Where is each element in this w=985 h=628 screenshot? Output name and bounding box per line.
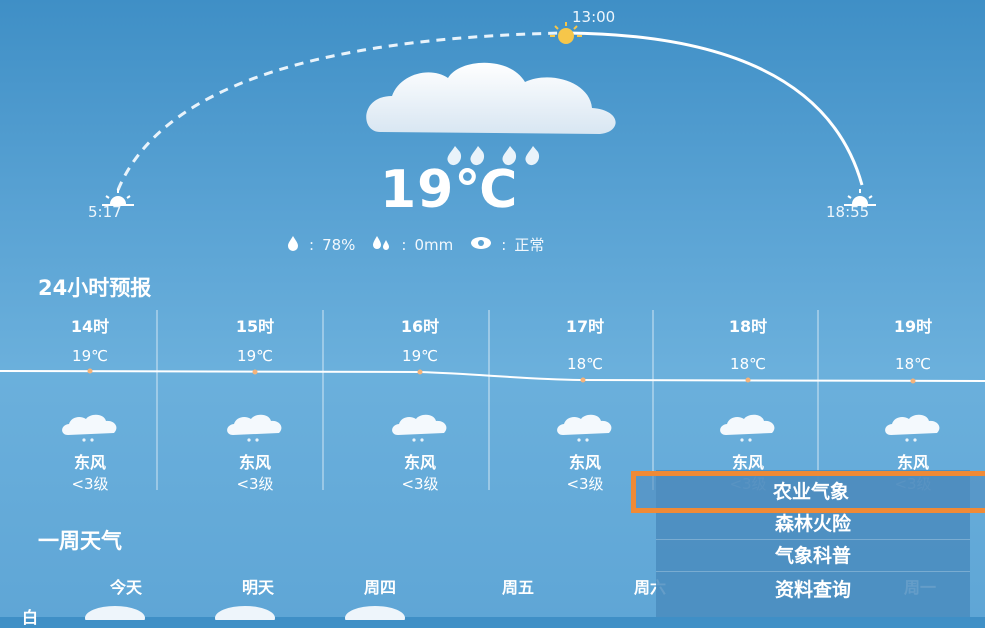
hour-label: 19时 xyxy=(893,317,933,336)
cloud-icon xyxy=(225,413,285,447)
hour-label: 18时 xyxy=(728,317,768,336)
hour-wind-level: <3级 xyxy=(71,475,109,493)
hour-temp: 18℃ xyxy=(567,355,603,373)
hour-temp: 19℃ xyxy=(402,347,438,365)
hourly-item: 15时 19℃ 东风 <3级 xyxy=(175,305,335,495)
menu-item-data-query[interactable]: 资料查询 xyxy=(656,574,970,606)
cloud-icon xyxy=(60,413,120,447)
hour-wind: 东风 xyxy=(73,453,106,472)
menu-item-science[interactable]: 气象科普 xyxy=(656,540,970,572)
hourly-item: 19时18℃东风<3级 xyxy=(833,305,985,495)
day-label-thu[interactable]: 周四 xyxy=(340,574,420,598)
hourly-item: 18时18℃东风<3级 xyxy=(668,305,828,495)
day-label-today[interactable]: 今天 xyxy=(86,574,166,598)
menu-item-forest-fire[interactable]: 森林火险 xyxy=(656,508,970,540)
menu-item-agri-weather[interactable]: 农业气象 xyxy=(631,471,985,513)
hourly-item: 17时 18℃ 东风 <3级 xyxy=(505,305,665,495)
day-label-tomorrow[interactable]: 明天 xyxy=(218,574,298,598)
cloud-icon xyxy=(555,413,615,447)
hour-label: 15时 xyxy=(235,317,275,336)
hour-wind: 东风 xyxy=(238,453,271,472)
hour-wind-level: <3级 xyxy=(401,475,439,493)
cloud-icon xyxy=(390,413,450,447)
weekly-title: 一周天气 xyxy=(38,529,122,553)
cloud-icon xyxy=(883,413,943,447)
hour-label: 16时 xyxy=(400,317,440,336)
cloud-icon xyxy=(718,413,778,447)
weekly-weather-icon xyxy=(210,602,280,628)
hour-wind: 东风 xyxy=(568,453,601,472)
day-label-fri[interactable]: 周五 xyxy=(478,574,558,598)
weekly-weather-icon xyxy=(80,602,150,628)
hourly-item: 14时 19℃ 东风 <3级 xyxy=(10,305,170,495)
hour-wind: 东风 xyxy=(403,453,436,472)
hour-temp: 18℃ xyxy=(895,355,931,373)
hour-label: 17时 xyxy=(565,317,605,336)
hour-temp: 19℃ xyxy=(237,347,273,365)
day-row-label: 白 xyxy=(22,608,39,627)
hour-label: 14时 xyxy=(70,317,110,336)
hour-temp: 18℃ xyxy=(730,355,766,373)
weekly-weather-icon xyxy=(340,602,410,628)
hour-wind-level: <3级 xyxy=(236,475,274,493)
popup-menu: 农业气象 森林火险 气象科普 资料查询 xyxy=(631,470,985,617)
hourly-item: 16时 19℃ 东风 <3级 xyxy=(340,305,500,495)
hour-temp: 19℃ xyxy=(72,347,108,365)
